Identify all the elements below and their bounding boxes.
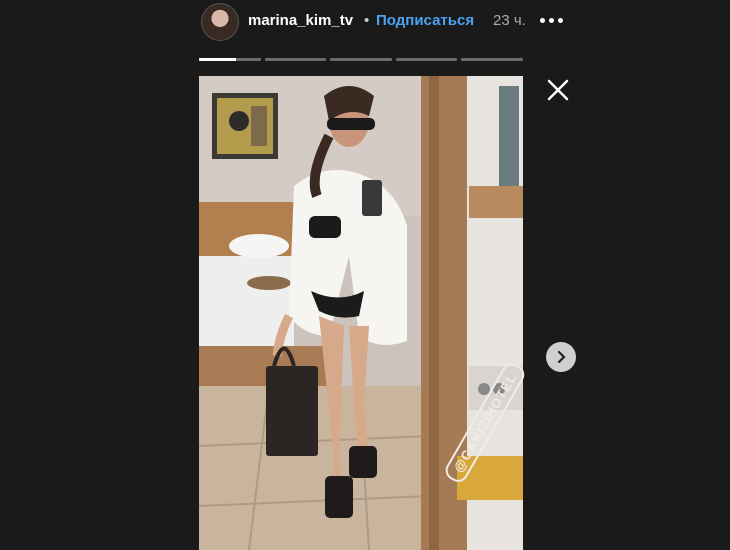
- story-progress-bar: [199, 58, 523, 61]
- username[interactable]: marina_kim_tv: [248, 12, 353, 29]
- separator: •: [364, 12, 370, 29]
- progress-segment: [461, 58, 523, 61]
- story-photo: [199, 76, 523, 550]
- avatar[interactable]: [201, 3, 239, 41]
- progress-segment: [330, 58, 392, 61]
- close-icon[interactable]: [546, 78, 570, 102]
- more-options-icon[interactable]: [540, 10, 570, 30]
- story-header: marina_kim_tv • Подписаться 23 ч.: [199, 0, 563, 44]
- story-image[interactable]: [199, 76, 523, 550]
- post-time: 23 ч.: [493, 12, 526, 29]
- progress-segment: [395, 58, 458, 61]
- next-story-button[interactable]: [546, 342, 576, 372]
- subscribe-button[interactable]: Подписаться: [376, 12, 474, 29]
- chevron-right-icon: [557, 350, 566, 364]
- progress-segment: [264, 58, 327, 61]
- progress-segment: [199, 58, 261, 61]
